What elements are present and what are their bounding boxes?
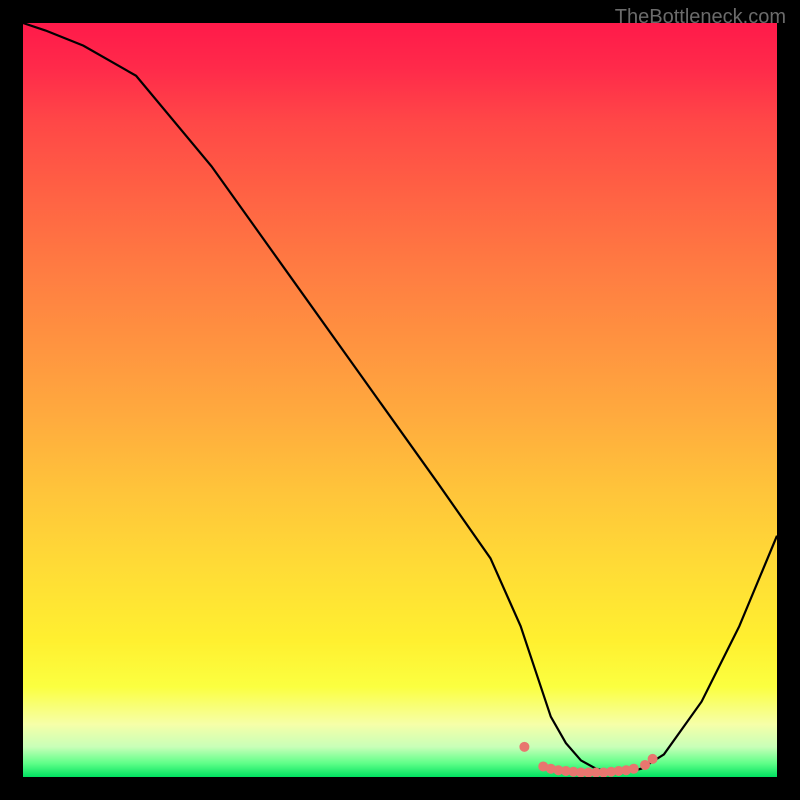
- marker-point: [648, 754, 658, 764]
- chart-svg: [23, 23, 777, 777]
- curve-line: [23, 23, 777, 772]
- marker-point: [519, 742, 529, 752]
- watermark-text: TheBottleneck.com: [615, 6, 786, 29]
- plot-area: [23, 23, 777, 777]
- marker-point: [629, 764, 639, 774]
- marker-group: [519, 742, 657, 777]
